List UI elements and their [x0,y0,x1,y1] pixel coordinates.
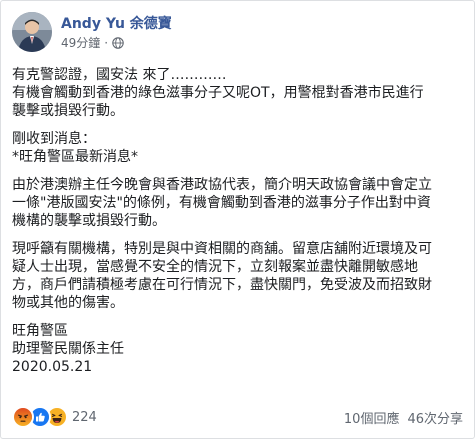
header-text: Andy Yu 余德寶 49分鐘 · [61,12,172,51]
author-name[interactable]: Andy Yu 余德寶 [61,16,172,33]
avatar[interactable] [12,12,52,52]
shares-count-link[interactable]: 46次分享 [407,408,463,427]
post-timestamp[interactable]: 49分鐘 [61,35,100,51]
text-line: *旺角警區最新消息* [12,149,138,165]
post-paragraph: 剛收到消息： *旺角警區最新消息* [12,130,467,166]
reactions-summary[interactable]: 224 [12,406,97,428]
text-line: 有機會觸動到香港的綠色滋事分子又呢OT，用警棍對香港市民進行 [12,85,424,101]
text-line: 疑人士出現，當感覺不安全的情況下，立刻報案並盡快離開敏感地 [12,259,418,275]
text-line: 剛收到消息： [12,131,96,147]
post-footer: 224 10個回應 46次分享 [12,406,463,428]
post-paragraph: 旺角警區 助理警民關係主任 2020.05.21 [12,322,467,376]
angry-reaction-icon [12,406,34,428]
engagement-counts: 10個回應 46次分享 [344,408,463,427]
meta-separator: · [104,36,109,50]
post-paragraph: 由於港澳辦主任今晚會與香港政協代表，簡介明天政協會議中會定立 一條"港版國安法"… [12,176,467,230]
text-line: 襲擊或損毀行動。 [12,103,124,119]
text-line: 有克警認證，國安法 來了………… [12,67,227,83]
text-line: 2020.05.21 [12,359,93,375]
text-line: 由於港澳辦主任今晚會與香港政協代表，簡介明天政協會議中會定立 [12,177,432,193]
comments-count-link[interactable]: 10個回應 [344,408,400,427]
post-meta: 49分鐘 · [61,35,172,51]
globe-icon[interactable] [112,37,124,49]
post-header: Andy Yu 余德寶 49分鐘 · [12,12,172,58]
post-body: 有克警認證，國安法 來了………… 有機會觸動到香港的綠色滋事分子又呢OT，用警棍… [12,66,467,386]
post-paragraph: 有克警認證，國安法 來了………… 有機會觸動到香港的綠色滋事分子又呢OT，用警棍… [12,66,467,120]
post-paragraph: 現呼籲有關機構，特別是與中資相關的商舖。留意店舖附近環境及可 疑人士出現，當感覺… [12,240,467,312]
text-line: 助理警民關係主任 [12,341,124,357]
text-line: 旺角警區 [12,323,68,339]
reaction-count: 224 [72,409,97,425]
text-line: 現呼籲有關機構，特別是與中資相關的商舖。留意店舖附近環境及可 [12,241,432,257]
text-line: 一條"港版國安法"的條例，有機會觸動到香港的滋事分子作出對中資 [12,195,431,211]
facebook-post: Andy Yu 余德寶 49分鐘 · 有克警認證，國安法 來了………… 有機會觸… [0,0,475,439]
text-line: 方，商戶們請積極考慮在可行情況下，盡快關門，免受波及而招致財 [12,277,432,293]
text-line: 機構的襲擊或損毀行動。 [12,213,166,229]
text-line: 物或其他的傷害。 [12,295,124,311]
